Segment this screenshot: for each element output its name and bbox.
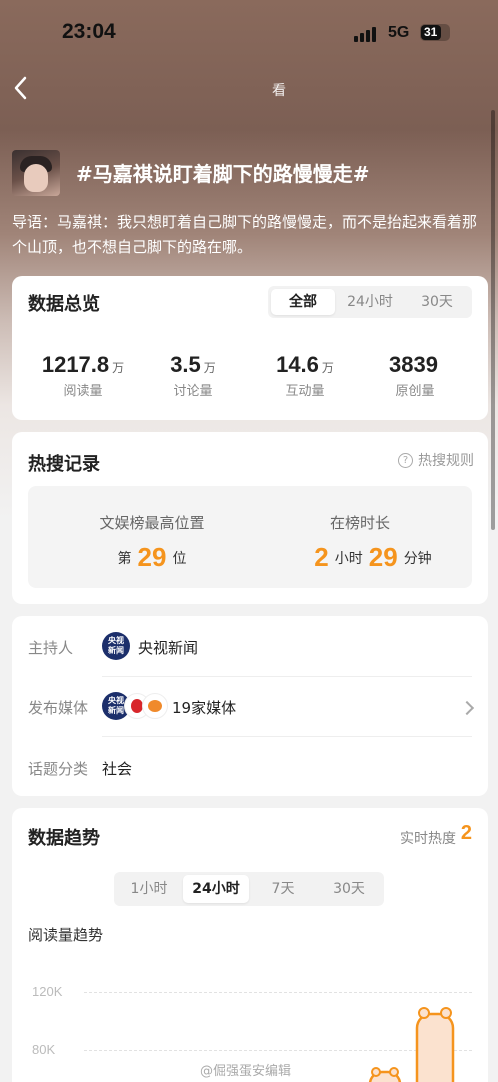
hot-record-title: 热搜记录 [28, 454, 100, 475]
tab-1h[interactable]: 1小时 [117, 875, 181, 903]
stat-value: 3839 [389, 352, 438, 377]
tab-24h[interactable]: 24小时 [183, 875, 249, 903]
duration-hours: 2 [314, 542, 329, 572]
media-logo-orange [142, 693, 168, 719]
stat-unit: 万 [321, 361, 334, 375]
duration-value: 2 小时 29 分钟 [260, 542, 480, 573]
stat-value: 1217.8 [41, 352, 110, 377]
divider [102, 676, 472, 677]
stat-label: 讨论量 [173, 384, 213, 399]
signal-icon [354, 26, 380, 42]
stat-value: 14.6 [276, 352, 319, 377]
topic-title: #马嘉祺说盯着脚下的路慢慢走# [76, 162, 370, 186]
stat-unit: 万 [203, 361, 216, 375]
network-type: 5G [388, 24, 410, 41]
stat-label: 阅读量 [63, 384, 103, 399]
overview-title: 数据总览 [28, 294, 100, 315]
tab-30d[interactable]: 30天 [317, 875, 381, 903]
category-label: 话题分类 [28, 760, 89, 778]
stat-reads: 1217.8 万 阅读量 [28, 352, 138, 399]
chevron-left-icon [14, 76, 27, 100]
realtime-hot-label: 实时热度 [400, 831, 456, 847]
stat-value: 3.5 [170, 352, 201, 377]
tab-7d[interactable]: 7天 [251, 875, 315, 903]
cctv-news-logo: 央视 新闻 [102, 632, 130, 660]
info-card: 主持人 央视 新闻 央视新闻 发布媒体 央视 新闻 19家媒体 话题分类 社会 [12, 616, 488, 796]
media-label: 发布媒体 [28, 699, 89, 717]
host-name[interactable]: 央视新闻 [138, 637, 198, 658]
minutes-unit: 分钟 [403, 551, 432, 567]
duration-label: 在榜时长 [329, 514, 390, 532]
hours-unit: 小时 [334, 551, 363, 567]
stat-unit: 万 [112, 361, 125, 375]
hot-rules-label: 热搜规则 [418, 453, 474, 469]
category-value: 社会 [102, 760, 133, 778]
overview-card: 数据总览 全部 24小时 30天 1217.8 万 阅读量 3.5 万 讨论量 14… [12, 276, 488, 420]
duration-minutes: 29 [368, 542, 398, 572]
status-bar: 23:04 5G 31 [0, 0, 498, 66]
tab-24h[interactable]: 24小时 [338, 289, 402, 315]
stat-discussions: 3.5 万 讨论量 [138, 352, 248, 399]
trend-title: 数据趋势 [28, 828, 100, 849]
tab-all[interactable]: 全部 [271, 289, 335, 315]
peak-number: 29 [137, 542, 167, 572]
peak-suffix: 位 [172, 551, 187, 567]
peak-value: 第 29 位 [42, 542, 262, 573]
peak-label: 文娱榜最高位置 [99, 514, 205, 532]
topic-intro: 导语：马嘉祺：我只想盯着自己脚下的路慢慢走，而不是抬起来看着那个山顶，也不想自己… [12, 213, 478, 256]
media-count: 19家媒体 [172, 699, 237, 717]
trend-tabs: 1小时 24小时 7天 30天 [114, 872, 384, 906]
hot-record-card: 热搜记录 ? 热搜规则 文娱榜最高位置 第 29 位 在榜时长 2 小时 29 分钟 [12, 432, 488, 604]
chevron-right-icon [459, 700, 475, 716]
stat-label: 原创量 [395, 384, 435, 399]
tab-30d[interactable]: 30天 [405, 289, 469, 315]
back-button[interactable] [8, 70, 44, 106]
stat-originals: 3839 原创量 [360, 352, 470, 399]
status-time: 23:04 [62, 20, 116, 43]
watermark: @倔强蛋安编辑 [200, 1064, 292, 1079]
hot-rules-link[interactable]: ? 热搜规则 [398, 450, 474, 470]
battery-icon: 31 [420, 24, 450, 41]
question-icon: ? [398, 452, 413, 468]
trend-subtitle: 阅读量趋势 [28, 926, 104, 944]
overview-tabs: 全部 24小时 30天 [268, 286, 472, 318]
topic-avatar [12, 150, 60, 196]
scroll-indicator [491, 110, 495, 530]
divider [102, 736, 472, 737]
header-title: 看 [272, 83, 286, 99]
peak-prefix: 第 [117, 551, 132, 567]
host-label: 主持人 [28, 639, 74, 657]
realtime-hot-value: 2 [460, 822, 472, 844]
battery-level: 31 [424, 25, 438, 39]
stat-label: 互动量 [285, 384, 325, 399]
stat-interactions: 14.6 万 互动量 [250, 352, 360, 399]
hot-record-box: 文娱榜最高位置 第 29 位 在榜时长 2 小时 29 分钟 [28, 486, 472, 588]
trend-card: 数据趋势 实时热度 2 1小时 24小时 7天 30天 阅读量趋势 120K 8… [12, 808, 488, 1082]
